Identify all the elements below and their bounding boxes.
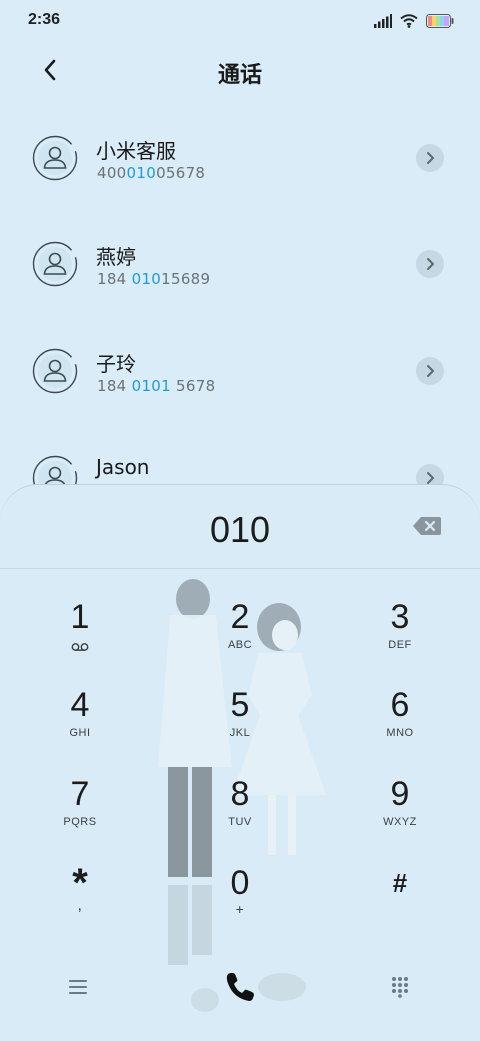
backspace-icon <box>413 517 441 535</box>
key-7[interactable]: 7 PQRS <box>20 774 140 854</box>
key-9[interactable]: 9 WXYZ <box>340 774 460 854</box>
chevron-right-icon <box>427 258 434 270</box>
signal-icon <box>374 14 392 28</box>
key-6[interactable]: 6 MNO <box>340 685 460 765</box>
contact-detail-button[interactable] <box>416 144 444 172</box>
key-hash[interactable]: # <box>340 863 460 943</box>
key-1[interactable]: 1 <box>20 597 140 677</box>
keypad-icon <box>392 977 408 998</box>
divider <box>0 568 480 569</box>
voicemail-icon <box>71 643 89 651</box>
contact-number: 184 01015689 <box>97 270 211 288</box>
contact-number: 40001005678 <box>97 164 206 182</box>
contact-list: 小米客服 40001005678 燕婷 184 01015689 子玲 184 … <box>0 110 480 490</box>
contact-row[interactable]: 小米客服 40001005678 <box>0 110 480 206</box>
chevron-right-icon <box>427 472 434 484</box>
keypad-toggle-button[interactable] <box>384 971 416 1003</box>
backspace-button[interactable] <box>412 515 442 537</box>
contact-name: Jason <box>96 455 150 479</box>
contact-detail-button[interactable] <box>416 357 444 385</box>
person-icon <box>32 348 78 394</box>
menu-icon <box>69 980 87 994</box>
key-2[interactable]: 2 ABC <box>180 597 300 677</box>
person-icon <box>32 135 78 181</box>
status-time: 2:36 <box>28 11 61 28</box>
contact-row[interactable]: 子玲 184 0101 5678 <box>0 323 480 419</box>
key-5[interactable]: 5 JKL <box>180 685 300 765</box>
key-8[interactable]: 8 TUV <box>180 774 300 854</box>
call-button[interactable] <box>218 965 262 1009</box>
dialpad-sheet: 010 1 2 ABC 3 DEF 4 GHI 5 JKL 6 MNO 7 PQ… <box>0 484 480 1041</box>
status-bar: 2:36 <box>0 0 480 40</box>
contact-number: 184 0101 5678 <box>97 377 216 395</box>
phone-icon <box>226 973 254 1001</box>
key-0[interactable]: 0 + <box>180 863 300 943</box>
contact-name: 小米客服 <box>96 139 176 163</box>
menu-button[interactable] <box>60 973 96 1001</box>
contact-row[interactable]: Jason <box>0 430 480 490</box>
person-icon <box>32 241 78 287</box>
chevron-right-icon <box>427 152 434 164</box>
status-icons <box>374 12 454 30</box>
contact-row[interactable]: 燕婷 184 01015689 <box>0 216 480 312</box>
wifi-icon <box>400 14 418 28</box>
key-star[interactable]: * , <box>20 863 140 943</box>
dialed-number: 010 <box>209 509 271 550</box>
contact-detail-button[interactable] <box>416 250 444 278</box>
contact-name: 燕婷 <box>96 245 136 269</box>
contact-name: 子玲 <box>96 352 136 376</box>
page-title: 通话 <box>217 63 262 88</box>
chevron-right-icon <box>427 365 434 377</box>
header: 通话 <box>0 48 480 92</box>
key-4[interactable]: 4 GHI <box>20 685 140 765</box>
battery-icon <box>426 14 454 28</box>
key-3[interactable]: 3 DEF <box>340 597 460 677</box>
